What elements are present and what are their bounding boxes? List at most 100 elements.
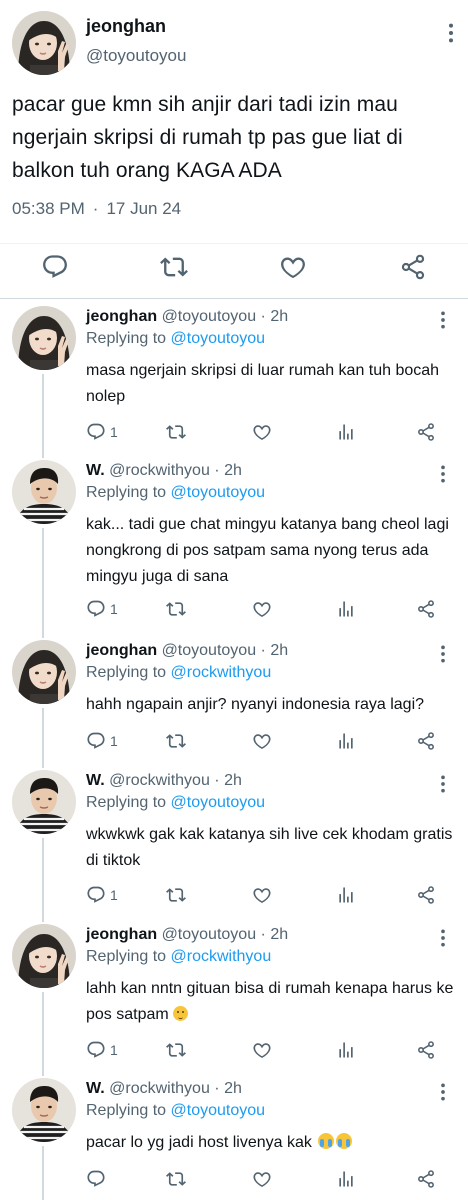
retweet-button[interactable] <box>166 1039 186 1061</box>
share-icon[interactable] <box>416 599 436 619</box>
more-options-icon[interactable] <box>440 464 446 484</box>
like-icon[interactable] <box>252 1040 272 1060</box>
display-name[interactable]: jeonghan <box>86 308 157 325</box>
replying-to-link[interactable]: @toyoutoyou <box>171 1102 266 1119</box>
share-button[interactable] <box>416 598 436 620</box>
reply-icon[interactable] <box>86 731 106 751</box>
display-name[interactable]: jeonghan <box>86 926 157 943</box>
retweet-icon[interactable] <box>166 422 186 442</box>
reply-age[interactable]: 2h <box>270 308 288 325</box>
reply-icon[interactable] <box>86 885 106 905</box>
retweet-icon[interactable] <box>166 1040 186 1060</box>
user-handle[interactable]: @toyoutoyou <box>162 926 257 943</box>
like-button[interactable] <box>252 730 272 752</box>
views-icon[interactable] <box>336 422 356 442</box>
reply-button[interactable] <box>86 1168 110 1190</box>
retweet-button[interactable] <box>166 421 186 443</box>
share-icon[interactable] <box>416 422 436 442</box>
retweet-button[interactable] <box>166 598 186 620</box>
more-options-icon[interactable] <box>440 644 446 664</box>
replying-to-link[interactable]: @rockwithyou <box>171 948 272 965</box>
display-name[interactable]: jeonghan <box>86 642 157 659</box>
user-handle[interactable]: @rockwithyou <box>109 462 210 479</box>
reply-icon[interactable] <box>41 253 69 281</box>
views-button[interactable] <box>336 1168 356 1190</box>
avatar[interactable] <box>12 306 76 370</box>
retweet-button[interactable] <box>166 1168 186 1190</box>
views-button[interactable] <box>336 730 356 752</box>
share-icon[interactable] <box>416 731 436 751</box>
reply-button[interactable]: 1 <box>86 598 118 620</box>
reply-icon[interactable] <box>86 422 106 442</box>
avatar[interactable] <box>12 11 76 75</box>
like-icon[interactable] <box>252 422 272 442</box>
views-icon[interactable] <box>336 885 356 905</box>
share-icon[interactable] <box>416 885 436 905</box>
like-icon[interactable] <box>252 1169 272 1189</box>
retweet-icon[interactable] <box>166 599 186 619</box>
views-icon[interactable] <box>336 1040 356 1060</box>
reply-icon[interactable] <box>86 599 106 619</box>
share-icon[interactable] <box>416 1040 436 1060</box>
views-button[interactable] <box>336 884 356 906</box>
reply-icon[interactable] <box>86 1169 106 1189</box>
like-icon[interactable] <box>279 253 307 281</box>
user-handle[interactable]: @toyoutoyou <box>86 46 186 66</box>
user-handle[interactable]: @rockwithyou <box>109 772 210 789</box>
replying-to-link[interactable]: @rockwithyou <box>171 664 272 681</box>
user-handle[interactable]: @toyoutoyou <box>162 308 257 325</box>
views-button[interactable] <box>336 598 356 620</box>
like-button[interactable] <box>252 598 272 620</box>
share-button[interactable] <box>416 421 436 443</box>
user-handle[interactable]: @rockwithyou <box>109 1080 210 1097</box>
avatar[interactable] <box>12 924 76 988</box>
like-button[interactable] <box>252 421 272 443</box>
views-icon[interactable] <box>336 599 356 619</box>
more-options-icon[interactable] <box>440 774 446 794</box>
replying-to-link[interactable]: @toyoutoyou <box>171 794 266 811</box>
reply-button[interactable]: 1 <box>86 730 118 752</box>
reply-age[interactable]: 2h <box>224 462 242 479</box>
reply-button[interactable]: 1 <box>86 1039 118 1061</box>
like-icon[interactable] <box>252 885 272 905</box>
display-name[interactable]: W. <box>86 462 105 479</box>
more-options-icon[interactable] <box>440 1082 446 1102</box>
like-icon[interactable] <box>252 731 272 751</box>
display-name[interactable]: W. <box>86 1080 105 1097</box>
replying-to-link[interactable]: @toyoutoyou <box>171 484 266 501</box>
share-button[interactable] <box>416 1039 436 1061</box>
tweet-timestamp[interactable]: 05:38 PM · 17 Jun 24 <box>12 199 181 219</box>
like-icon[interactable] <box>252 599 272 619</box>
user-handle[interactable]: @toyoutoyou <box>162 642 257 659</box>
share-button[interactable] <box>416 1168 436 1190</box>
more-options-icon[interactable] <box>440 310 446 330</box>
retweet-icon[interactable] <box>166 731 186 751</box>
retweet-button[interactable] <box>166 730 186 752</box>
display-name[interactable]: jeonghan <box>86 16 166 37</box>
reply-age[interactable]: 2h <box>224 772 242 789</box>
avatar[interactable] <box>12 640 76 704</box>
views-icon[interactable] <box>336 1169 356 1189</box>
views-icon[interactable] <box>336 731 356 751</box>
like-button[interactable] <box>252 1168 272 1190</box>
more-options-icon[interactable] <box>448 22 454 44</box>
like-button[interactable] <box>252 1039 272 1061</box>
like-button[interactable] <box>252 884 272 906</box>
reply-icon[interactable] <box>86 1040 106 1060</box>
share-icon[interactable] <box>399 253 427 281</box>
reply-age[interactable]: 2h <box>270 642 288 659</box>
avatar[interactable] <box>12 770 76 834</box>
retweet-icon[interactable] <box>160 253 188 281</box>
reply-button[interactable]: 1 <box>86 421 118 443</box>
display-name[interactable]: W. <box>86 772 105 789</box>
share-icon[interactable] <box>416 1169 436 1189</box>
reply-button[interactable]: 1 <box>86 884 118 906</box>
more-options-icon[interactable] <box>440 928 446 948</box>
share-button[interactable] <box>416 730 436 752</box>
views-button[interactable] <box>336 1039 356 1061</box>
replying-to-link[interactable]: @toyoutoyou <box>171 330 266 347</box>
retweet-button[interactable] <box>166 884 186 906</box>
views-button[interactable] <box>336 421 356 443</box>
reply-age[interactable]: 2h <box>224 1080 242 1097</box>
avatar[interactable] <box>12 1078 76 1142</box>
